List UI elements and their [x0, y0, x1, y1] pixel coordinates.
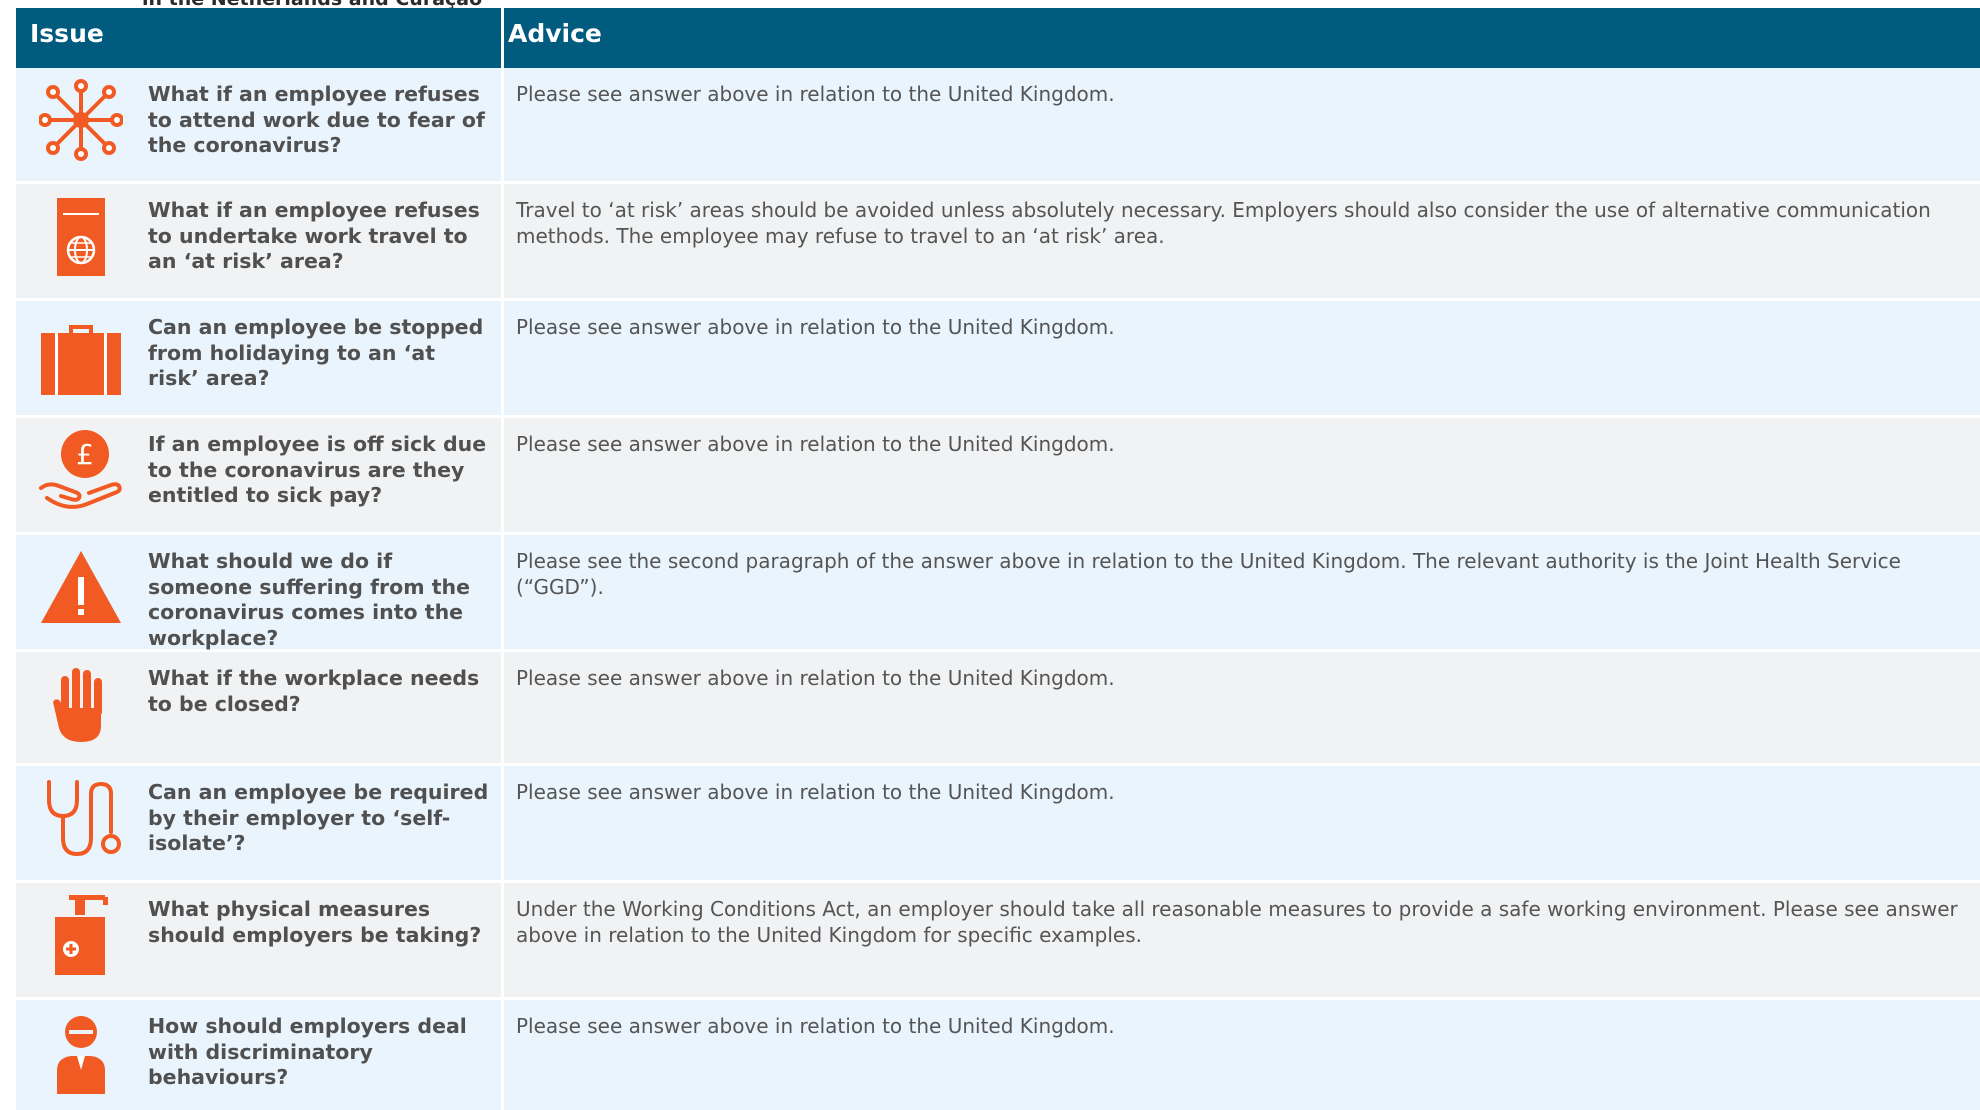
suitcase-icon: [16, 301, 146, 415]
table-row: What physical measures should employers …: [16, 883, 1980, 1000]
virus-molecule-icon: [16, 68, 146, 181]
issue-question: What if the workplace needs to be closed…: [146, 652, 504, 763]
stethoscope-icon: [16, 766, 146, 880]
svg-text:£: £: [76, 438, 94, 471]
table-row: What if an employee refuses to undertake…: [16, 184, 1980, 301]
advice-answer: Please see answer above in relation to t…: [516, 666, 1115, 690]
issue-question: What should we do if someone suffering f…: [146, 535, 504, 650]
person-icon: [16, 1000, 146, 1110]
stop-hand-icon: [16, 652, 146, 763]
table-row: £ If an employee is off sick due to the …: [16, 418, 1980, 535]
warning-triangle-icon: [16, 535, 146, 649]
advice-answer: Please see answer above in relation to t…: [516, 1014, 1115, 1038]
faq-table: Issue Advice What if an employee refuses…: [16, 8, 1980, 1110]
advice-answer: Please see answer above in relation to t…: [516, 315, 1115, 339]
advice-answer: Travel to ‘at risk’ areas should be avoi…: [516, 198, 1931, 248]
table-header: Issue Advice: [16, 8, 1980, 68]
table-row: Can an employee be stopped from holidayi…: [16, 301, 1980, 418]
table-row: How should employers deal with discrimin…: [16, 1000, 1980, 1110]
issue-question: Can an employee be stopped from holidayi…: [146, 301, 504, 415]
issue-question: What if an employee refuses to attend wo…: [146, 68, 504, 181]
advice-column-header: Advice: [508, 19, 602, 48]
clipped-heading: in the Netherlands and Curaçao: [142, 0, 702, 10]
issue-column-header: Issue: [16, 8, 504, 68]
advice-answer: Please see answer above in relation to t…: [516, 432, 1115, 456]
table-row: Can an employee be required by their emp…: [16, 766, 1980, 883]
hand-sanitizer-icon: [16, 883, 146, 997]
passport-globe-icon: [16, 184, 146, 298]
advice-answer: Under the Working Conditions Act, an emp…: [516, 897, 1958, 947]
table-row: What if the workplace needs to be closed…: [16, 652, 1980, 766]
advice-answer: Please see answer above in relation to t…: [516, 82, 1115, 106]
advice-answer: Please see the second paragraph of the a…: [516, 549, 1901, 599]
advice-answer: Please see answer above in relation to t…: [516, 780, 1115, 804]
issue-question: If an employee is off sick due to the co…: [146, 418, 504, 532]
issue-question: What if an employee refuses to undertake…: [146, 184, 504, 298]
hand-pound-coin-icon: £: [16, 418, 146, 532]
table-row: What if an employee refuses to attend wo…: [16, 68, 1980, 184]
issue-question: What physical measures should employers …: [146, 883, 504, 997]
table-row: What should we do if someone suffering f…: [16, 535, 1980, 652]
issue-question: How should employers deal with discrimin…: [146, 1000, 504, 1110]
issue-question: Can an employee be required by their emp…: [146, 766, 504, 880]
